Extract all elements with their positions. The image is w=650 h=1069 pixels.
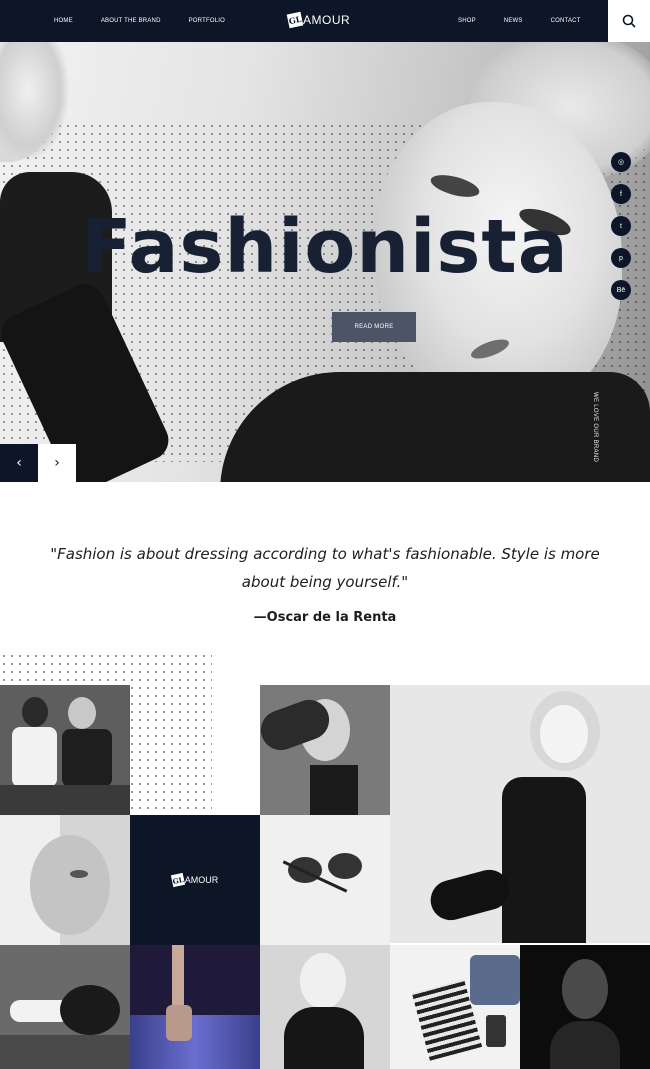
gallery-dark-portrait-photo[interactable] <box>520 945 650 1069</box>
search-icon <box>622 14 636 28</box>
slider-prev-button[interactable]: ‹ <box>0 444 38 482</box>
site-header: HOME ABOUT THE BRAND PORTFOLIO GL AMOUR … <box>0 0 650 42</box>
logo-text: AMOUR <box>303 13 351 27</box>
logo-mark: GL <box>170 872 185 888</box>
nav-contact[interactable]: CONTACT <box>551 18 581 24</box>
gallery-logo-tile[interactable]: GL AMOUR <box>130 815 260 945</box>
facebook-icon[interactable]: f <box>611 184 631 204</box>
twitter-icon[interactable]: t <box>611 216 631 236</box>
gallery-hair-photo[interactable] <box>260 685 390 815</box>
logo-text: AMOUR <box>184 875 219 885</box>
nav-about-the-brand[interactable]: ABOUT THE BRAND <box>101 18 161 24</box>
nav-news[interactable]: NEWS <box>504 18 523 24</box>
gallery-accessories-photo[interactable] <box>0 945 130 1069</box>
hero-title: Fashionista <box>81 204 569 290</box>
quote-author: —Oscar de la Renta <box>253 610 397 625</box>
site-logo[interactable]: GL AMOUR <box>286 9 351 31</box>
nav-right: SHOP NEWS CONTACT <box>458 0 609 42</box>
behance-icon[interactable]: Bē <box>611 280 631 300</box>
nav-portfolio[interactable]: PORTFOLIO <box>189 18 225 24</box>
gallery-dress-photo[interactable] <box>390 685 650 943</box>
logo-mark: GL <box>286 11 304 29</box>
slider-next-button[interactable]: › <box>38 444 76 482</box>
quote-text: "Fashion is about dressing according to … <box>50 545 600 591</box>
gallery-heels-photo[interactable] <box>130 945 260 1069</box>
pinterest-icon[interactable]: p <box>611 248 631 268</box>
nav-shop[interactable]: SHOP <box>458 18 476 24</box>
hero-slider: Fashionista READ MORE ◎ f t p Bē <box>0 42 650 482</box>
nav-left: HOME ABOUT THE BRAND PORTFOLIO <box>54 0 253 42</box>
gallery-sunglasses-photo[interactable] <box>260 815 390 945</box>
read-more-button[interactable]: READ MORE <box>332 312 416 342</box>
nav-home[interactable]: HOME <box>54 18 73 24</box>
vertical-tagline: WE LOVE OUR BRAND <box>592 392 598 463</box>
side-model-hair <box>0 42 70 162</box>
instagram-icon[interactable]: ◎ <box>611 152 631 172</box>
gallery-flatlay-photo[interactable] <box>390 945 520 1069</box>
gallery-couple-photo[interactable] <box>0 685 130 815</box>
search-button[interactable] <box>608 0 650 42</box>
gallery-blonde-photo[interactable] <box>0 815 130 945</box>
hero-model-jacket <box>220 372 650 482</box>
gallery-portrait-photo[interactable] <box>260 945 390 1069</box>
